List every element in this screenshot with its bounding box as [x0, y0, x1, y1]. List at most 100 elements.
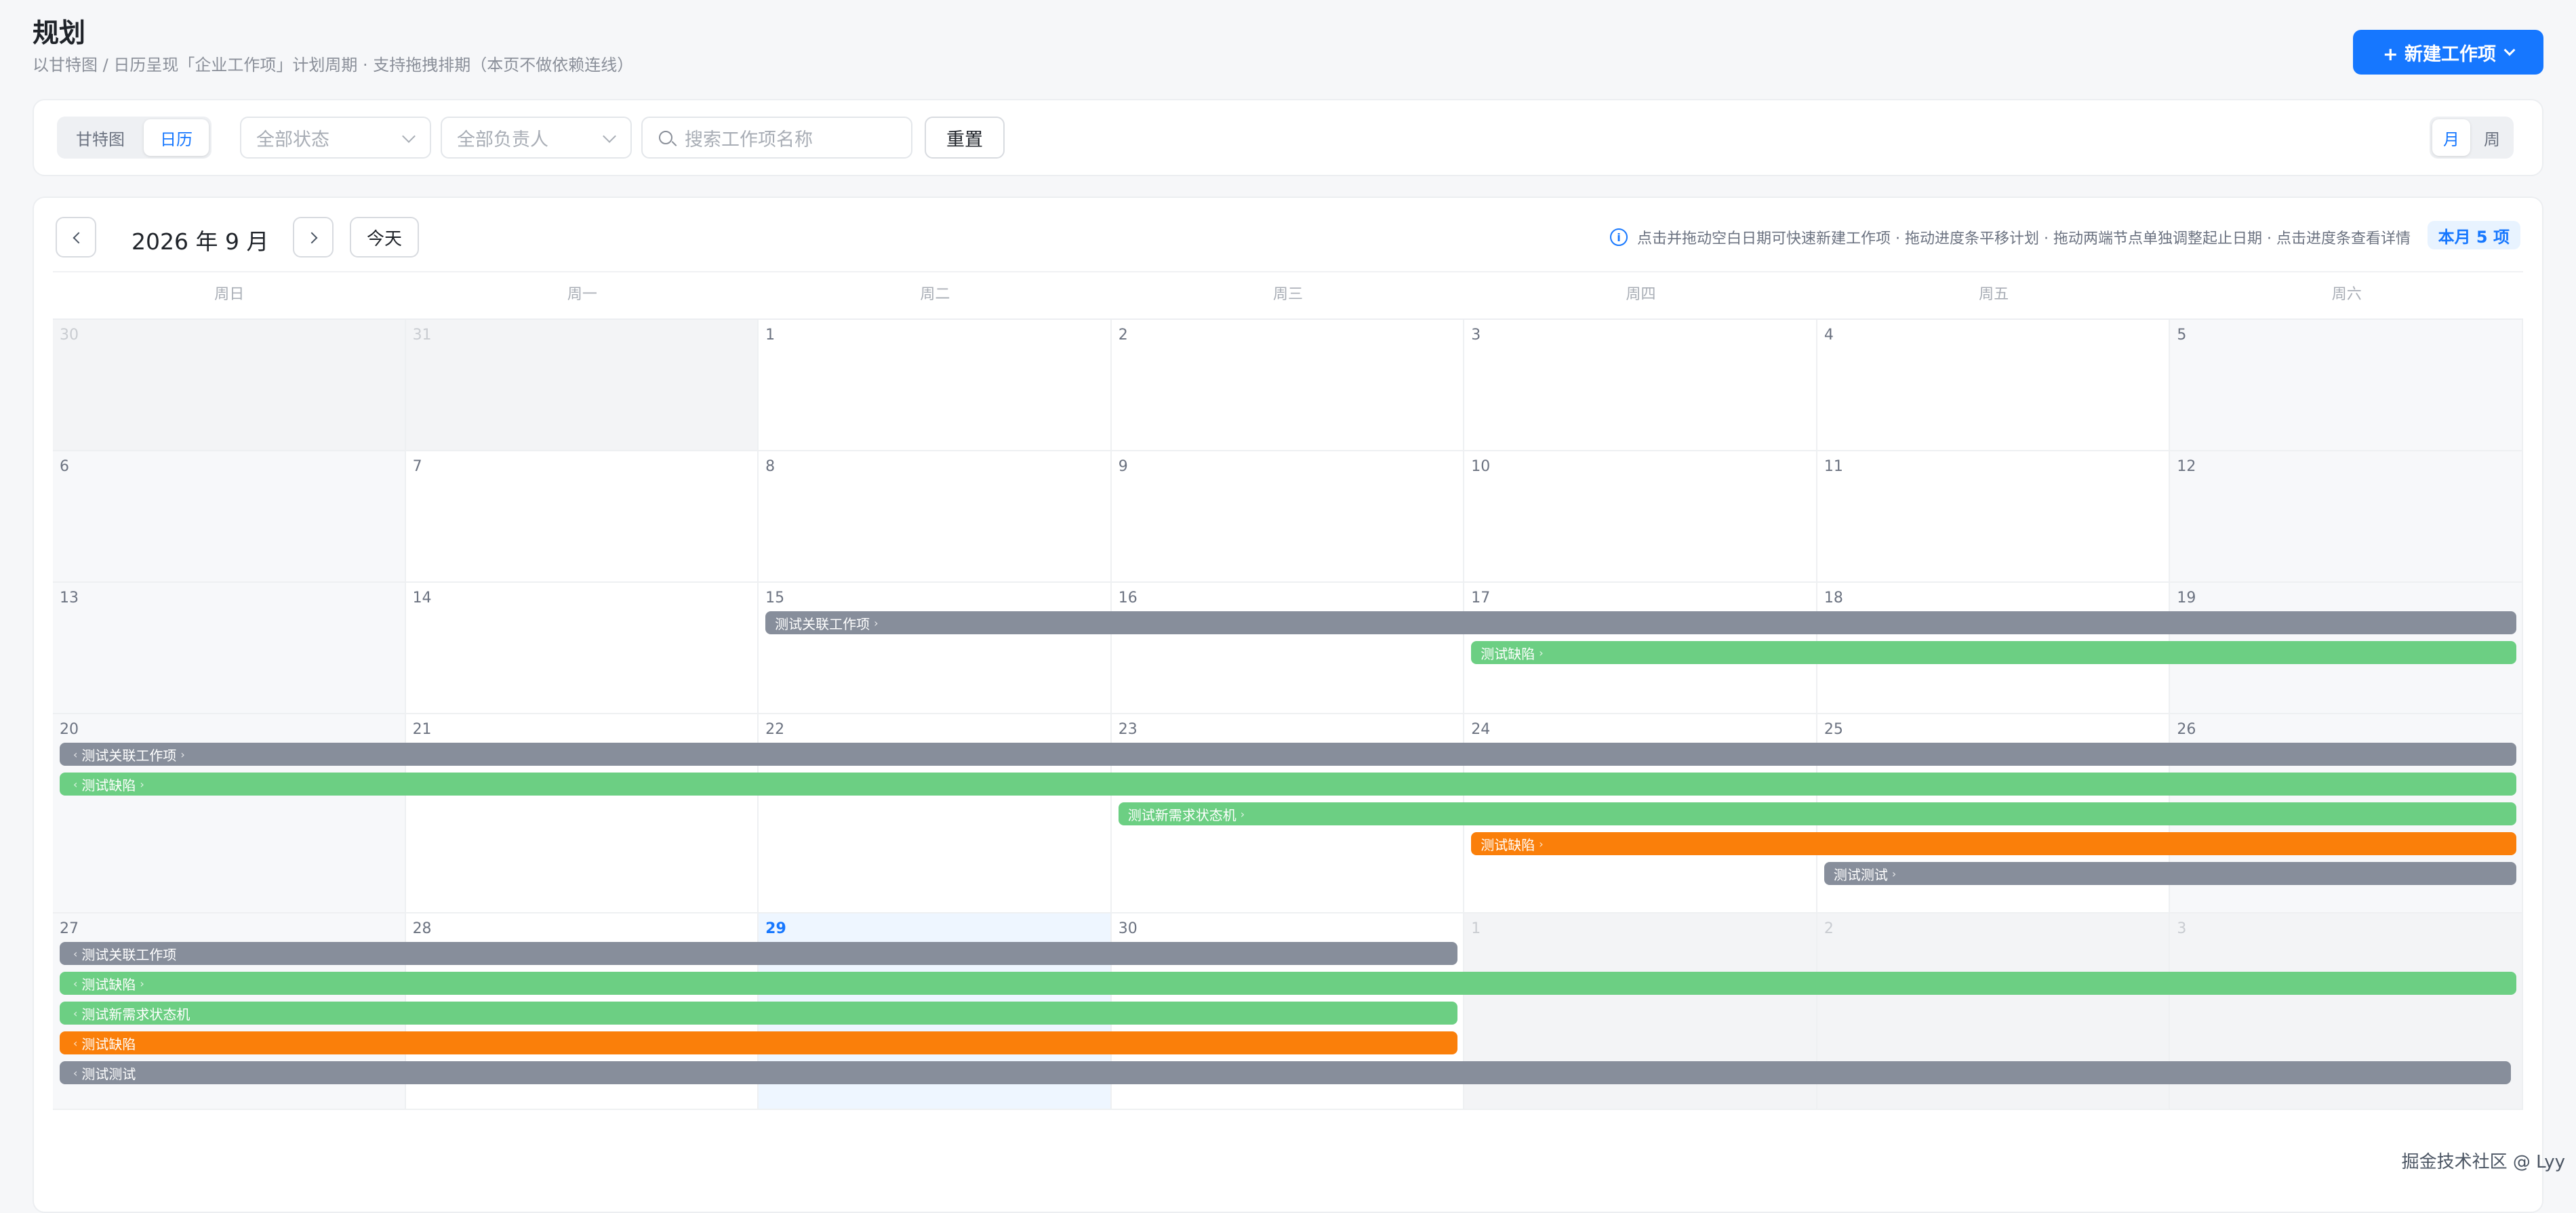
day-cell[interactable]: 5 — [2170, 320, 2523, 451]
resize-handle-right-icon[interactable]: › — [874, 617, 878, 630]
day-number: 14 — [412, 590, 432, 606]
day-number: 11 — [1824, 458, 1843, 475]
calendar-panel: 2026 年 9 月 今天 i 点击并拖动空白日期可快速新建工作项 · 拖动进度… — [33, 197, 2543, 1213]
filter-bar: 甘特图 日历 全部状态 全部负责人 搜索工作项名称 重置 月 周 — [33, 99, 2543, 176]
resize-handle-right-icon[interactable]: › — [1539, 838, 1543, 850]
resize-handle-right-icon[interactable]: › — [140, 778, 144, 791]
tab-gantt[interactable]: 甘特图 — [60, 119, 141, 156]
day-number: 9 — [1118, 458, 1128, 475]
day-cell[interactable]: 10 — [1464, 451, 1817, 583]
task-bar[interactable]: 测试新需求状态机 › — [1118, 802, 2516, 825]
resize-handle-left-icon[interactable]: ‹ — [73, 778, 77, 791]
day-number: 13 — [60, 590, 79, 606]
month-label: 2026 年 9 月 — [132, 228, 269, 255]
weekday-label: 周五 — [1979, 286, 2009, 303]
day-number: 3 — [2177, 920, 2187, 937]
task-bar-label: 测试缺陷 — [81, 777, 136, 794]
tab-month[interactable]: 月 — [2432, 119, 2470, 156]
resize-handle-right-icon[interactable]: › — [180, 748, 184, 761]
day-number: 7 — [412, 458, 422, 475]
day-number: 5 — [2177, 327, 2187, 344]
weekday-header: 周日 周一 周二 周三 周四 周五 周六 — [53, 271, 2523, 312]
resize-handle-right-icon[interactable]: › — [1539, 646, 1543, 659]
task-bar[interactable]: ‹ 测试新需求状态机 — [60, 1002, 1458, 1025]
resize-handle-left-icon[interactable]: ‹ — [73, 1037, 77, 1050]
watermark: 掘金技术社区 @ Lyy — [2401, 1152, 2565, 1172]
day-number: 6 — [60, 458, 69, 475]
task-bar[interactable]: ‹ 测试关联工作项 › — [60, 743, 2516, 766]
day-cell[interactable]: 12 — [2170, 451, 2523, 583]
resize-handle-left-icon[interactable]: ‹ — [73, 1067, 77, 1080]
day-cell[interactable]: 8 — [759, 451, 1112, 583]
search-placeholder: 搜索工作项名称 — [685, 129, 813, 150]
reset-button[interactable]: 重置 — [925, 117, 1005, 159]
resize-handle-left-icon[interactable]: ‹ — [73, 947, 77, 960]
resize-handle-right-icon[interactable]: › — [1241, 808, 1245, 821]
day-cell[interactable]: 13 — [53, 583, 406, 714]
resize-handle-right-icon[interactable]: › — [1892, 867, 1896, 880]
weekday-label: 周三 — [1272, 286, 1303, 303]
day-number: 10 — [1471, 458, 1491, 475]
task-bar[interactable]: 测试测试 › — [1824, 862, 2516, 885]
search-input[interactable]: 搜索工作项名称 — [641, 117, 912, 159]
weekday-label: 周二 — [920, 286, 950, 303]
day-cell[interactable]: 4 — [1817, 320, 2171, 451]
day-number: 15 — [765, 590, 785, 606]
weekday-label: 周四 — [1626, 286, 1656, 303]
task-bar[interactable]: ‹ 测试测试 — [60, 1061, 2511, 1084]
day-cell[interactable]: 16 — [1111, 583, 1465, 714]
owner-select[interactable]: 全部负责人 — [441, 117, 632, 159]
day-cell[interactable]: 14 — [405, 583, 759, 714]
task-bar-label: 测试测试 — [81, 1065, 136, 1082]
chevron-down-icon — [603, 129, 616, 143]
chevron-left-icon — [73, 232, 85, 244]
day-number: 31 — [412, 327, 432, 344]
scale-switcher: 月 周 — [2430, 117, 2514, 159]
day-number: 17 — [1471, 590, 1491, 606]
task-bar[interactable]: 测试缺陷 › — [1471, 641, 2516, 664]
day-cell[interactable]: 31 — [405, 320, 759, 451]
resize-handle-left-icon[interactable]: ‹ — [73, 977, 77, 990]
task-bar-label: 测试关联工作项 — [81, 946, 177, 963]
new-work-item-button[interactable]: + 新建工作项 — [2352, 30, 2543, 75]
day-cell[interactable]: 9 — [1111, 451, 1465, 583]
resize-handle-left-icon[interactable]: ‹ — [73, 748, 77, 761]
task-bar-label: 测试关联工作项 — [775, 615, 870, 632]
task-bar-label: 测试测试 — [1833, 866, 1888, 883]
day-number: 16 — [1118, 590, 1138, 606]
task-bar[interactable]: ‹ 测试缺陷 › — [60, 773, 2516, 796]
day-cell[interactable]: 1 — [759, 320, 1112, 451]
day-cell[interactable]: 15 — [759, 583, 1112, 714]
task-bar[interactable]: 测试关联工作项 › — [765, 611, 2516, 634]
day-cell[interactable]: 3 — [1464, 320, 1817, 451]
day-cell[interactable]: 11 — [1817, 451, 2171, 583]
tab-calendar[interactable]: 日历 — [144, 119, 209, 156]
prev-month-button[interactable] — [56, 217, 96, 258]
resize-handle-left-icon[interactable]: ‹ — [73, 1007, 77, 1020]
day-cell[interactable]: 2 — [1111, 320, 1465, 451]
calendar-hint: i 点击并拖动空白日期可快速新建工作项 · 拖动进度条平移计划 · 拖动两端节点… — [1610, 226, 2411, 248]
status-select[interactable]: 全部状态 — [240, 117, 431, 159]
day-number: 1 — [1471, 920, 1481, 937]
task-bar[interactable]: 测试缺陷 › — [1471, 832, 2516, 855]
chevron-down-icon — [2503, 44, 2516, 56]
task-bar[interactable]: ‹ 测试缺陷 › — [60, 972, 2516, 995]
day-cell[interactable]: 7 — [405, 451, 759, 583]
today-button[interactable]: 今天 — [350, 217, 419, 258]
day-number: 2 — [1824, 920, 1834, 937]
next-month-button[interactable] — [293, 217, 334, 258]
search-icon — [659, 131, 672, 144]
day-cell[interactable]: 6 — [53, 451, 406, 583]
task-bar-label: 测试新需求状态机 — [81, 1006, 190, 1023]
resize-handle-right-icon[interactable]: › — [140, 977, 144, 990]
day-number: 3 — [1471, 327, 1481, 344]
day-number: 12 — [2177, 458, 2196, 475]
day-number: 18 — [1824, 590, 1843, 606]
tab-week[interactable]: 周 — [2473, 119, 2511, 156]
task-bar-label: 测试缺陷 — [1481, 645, 1535, 662]
day-number: 25 — [1824, 721, 1843, 738]
day-cell[interactable]: 30 — [53, 320, 406, 451]
weekday-label: 周六 — [2331, 286, 2362, 303]
task-bar[interactable]: ‹ 测试关联工作项 — [60, 942, 1458, 965]
task-bar[interactable]: ‹ 测试缺陷 — [60, 1031, 1458, 1054]
